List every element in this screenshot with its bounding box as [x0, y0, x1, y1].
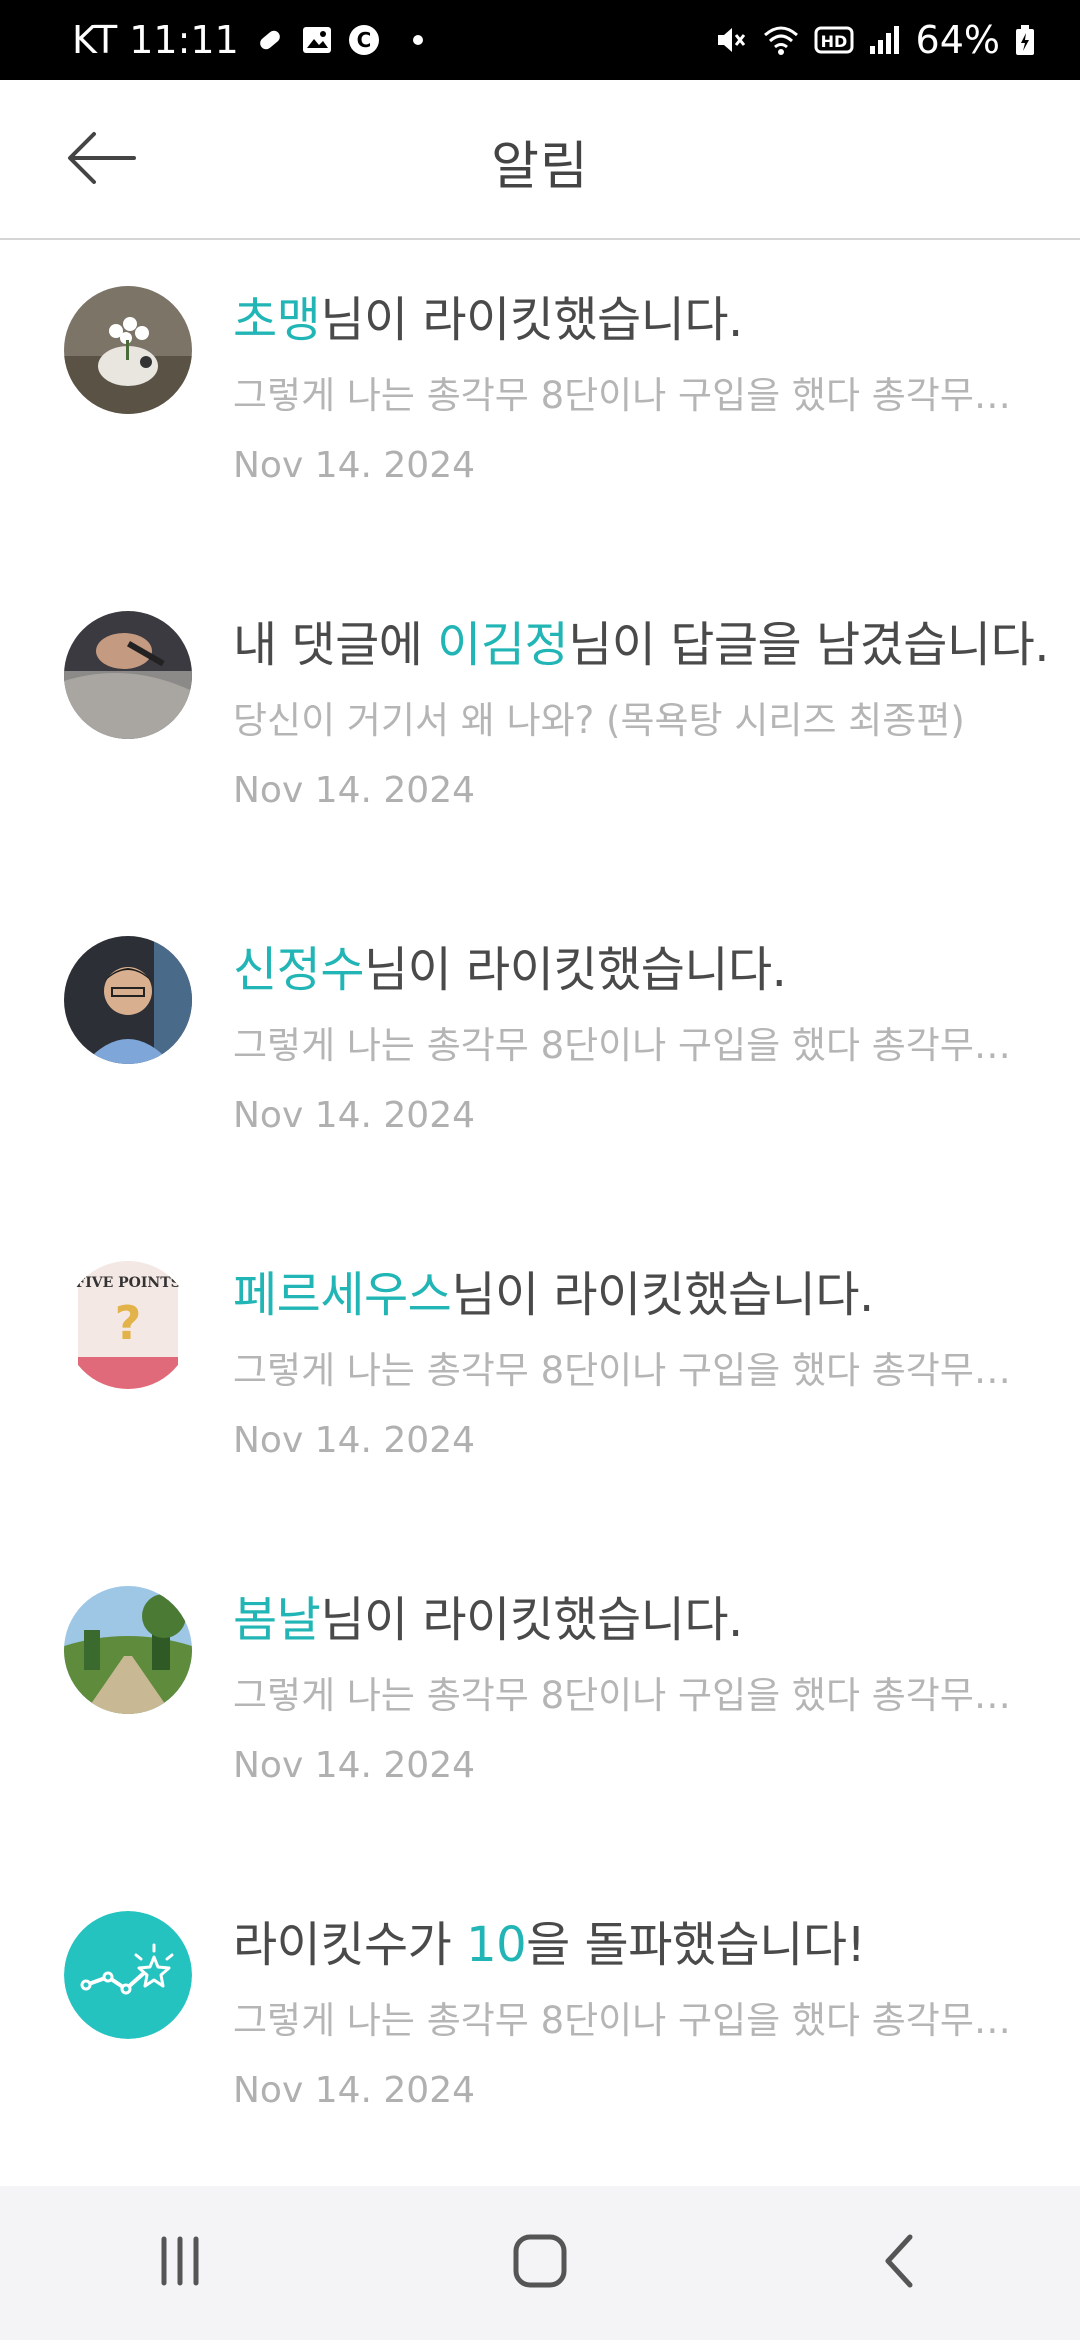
notification-date: Nov 14. 2024 [233, 2070, 476, 2111]
notification-item[interactable]: 내 댓글에 이김정님이 답글을 남겼습니다. 당신이 거기서 왜 나와? (목욕… [0, 565, 1080, 890]
notification-title: 봄날님이 라이킷했습니다. [233, 1580, 1033, 1650]
recent-apps-button[interactable] [110, 2213, 250, 2313]
avatar[interactable] [64, 611, 192, 739]
notification-title-text: 을 돌파했습니다! [526, 1917, 866, 1973]
home-icon [510, 2231, 570, 2295]
notification-title-prefix: 내 댓글에 [233, 617, 438, 673]
notification-list: 초맹님이 라이킷했습니다. 그렇게 나는 총각무 8단이나 구입을 했다 총각무… [0, 240, 1080, 2190]
notification-title-prefix: 라이킷수가 [233, 1917, 467, 1973]
back-icon [870, 2231, 930, 2295]
battery-percent: 64% [915, 18, 1000, 62]
notification-title-text: 님이 라이킷했습니다. [320, 1592, 743, 1648]
notification-preview: 당신이 거기서 왜 나와? (목욕탕 시리즈 최종편) [233, 699, 965, 742]
system-nav-bar [0, 2186, 1080, 2340]
notification-title: 페르세우스님이 라이킷했습니다. [233, 1255, 1033, 1325]
app-header: 알림 [0, 80, 1080, 240]
milestone-count: 10 [466, 1917, 527, 1973]
svg-text:HD: HD [820, 32, 847, 51]
user-name-link[interactable]: 봄날 [233, 1592, 321, 1648]
notification-date: Nov 14. 2024 [233, 445, 476, 486]
c-icon: C [347, 23, 381, 57]
avatar[interactable]: FIVE POINTS ? [64, 1261, 192, 1389]
hd-icon: HD [814, 24, 854, 56]
page-title: 알림 [491, 137, 589, 197]
avatar[interactable] [64, 1586, 192, 1714]
notification-item[interactable]: FIVE POINTS ? 페르세우스님이 라이킷했습니다. 그렇게 나는 총각… [0, 1215, 1080, 1540]
notification-item[interactable]: 봄날님이 라이킷했습니다. 그렇게 나는 총각무 8단이나 구입을 했다 총각무… [0, 1540, 1080, 1865]
notification-title-text: 님이 라이킷했습니다. [320, 292, 743, 348]
user-name-link[interactable]: 신정수 [233, 942, 364, 998]
status-time: KT 11:11 [72, 18, 239, 62]
recent-apps-icon [150, 2231, 210, 2295]
notification-preview: 그렇게 나는 총각무 8단이나 구입을 했다 총각무김치를 [233, 1349, 1013, 1392]
user-name-link[interactable]: 초맹 [233, 292, 321, 348]
avatar[interactable] [64, 936, 192, 1064]
notification-title-text: 님이 라이킷했습니다. [363, 942, 787, 998]
status-bar: KT 11:11 C HD 64% [0, 0, 1080, 80]
milestone-star-icon [64, 1911, 192, 2039]
notification-date: Nov 14. 2024 [233, 770, 476, 811]
signal-icon [868, 24, 902, 56]
wifi-icon [762, 23, 800, 57]
user-name-link[interactable]: 페르세우스 [233, 1267, 452, 1323]
notification-date: Nov 14. 2024 [233, 1095, 476, 1136]
link-icon [253, 23, 287, 57]
svg-text:?: ? [115, 1296, 142, 1350]
notification-title: 내 댓글에 이김정님이 답글을 남겼습니다. [233, 605, 1050, 675]
notification-title: 라이킷수가 10을 돌파했습니다! [233, 1905, 1033, 1975]
system-back-button[interactable] [830, 2213, 970, 2313]
notification-item[interactable]: 초맹님이 라이킷했습니다. 그렇게 나는 총각무 8단이나 구입을 했다 총각무… [0, 240, 1080, 565]
book-cover-title: FIVE POINTS [75, 1275, 181, 1291]
notification-preview: 그렇게 나는 총각무 8단이나 구입을 했다 총각무김치를 [233, 1999, 1013, 2042]
notification-preview: 그렇게 나는 총각무 8단이나 구입을 했다 총각무김치를 [233, 1674, 1013, 1717]
notification-preview: 그렇게 나는 총각무 8단이나 구입을 했다 총각무김치를 [233, 1024, 1013, 1067]
home-button[interactable] [470, 2213, 610, 2313]
avatar[interactable] [64, 286, 192, 414]
battery-icon [1014, 23, 1036, 57]
notification-date: Nov 14. 2024 [233, 1420, 476, 1461]
svg-text:C: C [356, 28, 371, 52]
notification-item[interactable]: 라이킷수가 10을 돌파했습니다! 그렇게 나는 총각무 8단이나 구입을 했다… [0, 1865, 1080, 2190]
notification-title: 초맹님이 라이킷했습니다. [233, 280, 1033, 350]
notification-title-text: 님이 라이킷했습니다. [451, 1267, 874, 1323]
gallery-icon [301, 24, 333, 56]
notification-title-text: 님이 답글을 남겼습니다. [568, 617, 1050, 673]
dot-icon [412, 35, 423, 45]
notification-title: 신정수님이 라이킷했습니다. [233, 930, 1033, 1000]
notification-date: Nov 14. 2024 [233, 1745, 476, 1786]
notification-item[interactable]: 신정수님이 라이킷했습니다. 그렇게 나는 총각무 8단이나 구입을 했다 총각… [0, 890, 1080, 1215]
notification-preview: 그렇게 나는 총각무 8단이나 구입을 했다 총각무김치를 [233, 374, 1013, 417]
mute-icon [714, 23, 748, 57]
user-name-link[interactable]: 이김정 [437, 617, 568, 673]
